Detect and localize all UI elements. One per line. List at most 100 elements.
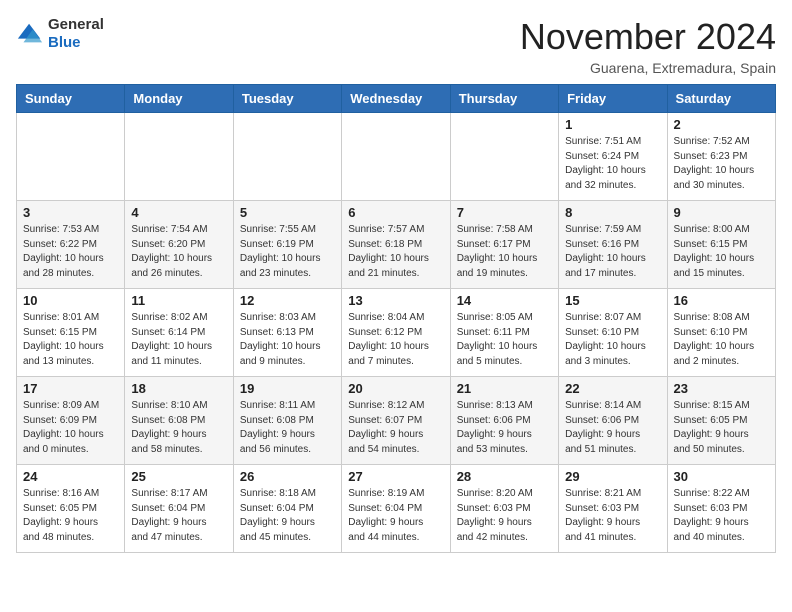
- calendar-day-cell: 18 Sunrise: 8:10 AM Sunset: 6:08 PM Dayli…: [125, 377, 233, 465]
- day-number: 6: [348, 205, 443, 220]
- calendar-week-1: 1 Sunrise: 7:51 AM Sunset: 6:24 PM Daylig…: [17, 113, 776, 201]
- calendar-day-cell: 6 Sunrise: 7:57 AM Sunset: 6:18 PM Daylig…: [342, 201, 450, 289]
- day-number: 9: [674, 205, 769, 220]
- day-number: 18: [131, 381, 226, 396]
- day-info: Sunrise: 8:09 AM Sunset: 6:09 PM Dayligh…: [23, 399, 118, 457]
- calendar-week-4: 17Sunrise: 8:09 AM Sunset: 6:09 PM Dayli…: [17, 377, 776, 465]
- day-number: 3: [23, 205, 118, 220]
- weekday-header-thursday: Thursday: [450, 85, 558, 113]
- day-number: 10: [23, 293, 118, 308]
- day-number: 21: [457, 381, 552, 396]
- calendar-day-cell: 19Sunrise: 8:11 AM Sunset: 6:08 PM Dayli…: [233, 377, 341, 465]
- day-number: 27: [348, 469, 443, 484]
- day-number: 22: [565, 381, 660, 396]
- calendar-week-2: 3 Sunrise: 7:53 AM Sunset: 6:22 PM Daylig…: [17, 201, 776, 289]
- calendar-day-cell: 29Sunrise: 8:21 AM Sunset: 6:03 PM Dayli…: [559, 465, 667, 553]
- calendar-day-cell: 26 Sunrise: 8:18 AM Sunset: 6:04 PM Dayli…: [233, 465, 341, 553]
- day-number: 13: [348, 293, 443, 308]
- calendar-day-cell: 8 Sunrise: 7:59 AM Sunset: 6:16 PM Daylig…: [559, 201, 667, 289]
- day-info: Sunrise: 8:19 AM Sunset: 6:04 PM Dayligh…: [348, 487, 443, 545]
- logo-general: General: [48, 16, 104, 33]
- calendar-day-cell: 21Sunrise: 8:13 AM Sunset: 6:06 PM Dayli…: [450, 377, 558, 465]
- calendar-day-cell: [125, 113, 233, 201]
- weekday-header-wednesday: Wednesday: [342, 85, 450, 113]
- page-header: General Blue November 2024 Guarena, Extr…: [16, 16, 776, 76]
- day-info: Sunrise: 7:51 AM Sunset: 6:24 PM Dayligh…: [565, 135, 660, 193]
- day-info: Sunrise: 8:20 AM Sunset: 6:03 PM Dayligh…: [457, 487, 552, 545]
- day-number: 14: [457, 293, 552, 308]
- logo-text: General Blue: [48, 16, 104, 52]
- calendar-day-cell: 9 Sunrise: 8:00 AM Sunset: 6:15 PM Daylig…: [667, 201, 775, 289]
- day-number: 26: [240, 469, 335, 484]
- day-number: 29: [565, 469, 660, 484]
- day-info: Sunrise: 8:05 AM Sunset: 6:11 PM Dayligh…: [457, 311, 552, 369]
- day-info: Sunrise: 7:58 AM Sunset: 6:17 PM Dayligh…: [457, 223, 552, 281]
- day-info: Sunrise: 8:02 AM Sunset: 6:14 PM Dayligh…: [131, 311, 226, 369]
- day-info: Sunrise: 7:53 AM Sunset: 6:22 PM Dayligh…: [23, 223, 118, 281]
- day-info: Sunrise: 8:07 AM Sunset: 6:10 PM Dayligh…: [565, 311, 660, 369]
- day-info: Sunrise: 7:59 AM Sunset: 6:16 PM Dayligh…: [565, 223, 660, 281]
- month-title: November 2024: [520, 16, 776, 58]
- day-info: Sunrise: 8:10 AM Sunset: 6:08 PM Dayligh…: [131, 399, 226, 457]
- calendar-day-cell: 11Sunrise: 8:02 AM Sunset: 6:14 PM Dayli…: [125, 289, 233, 377]
- calendar-day-cell: 28 Sunrise: 8:20 AM Sunset: 6:03 PM Dayli…: [450, 465, 558, 553]
- day-number: 5: [240, 205, 335, 220]
- day-number: 15: [565, 293, 660, 308]
- calendar-day-cell: 4 Sunrise: 7:54 AM Sunset: 6:20 PM Daylig…: [125, 201, 233, 289]
- day-info: Sunrise: 8:04 AM Sunset: 6:12 PM Dayligh…: [348, 311, 443, 369]
- day-number: 19: [240, 381, 335, 396]
- weekday-header-monday: Monday: [125, 85, 233, 113]
- calendar-day-cell: 7 Sunrise: 7:58 AM Sunset: 6:17 PM Daylig…: [450, 201, 558, 289]
- calendar-week-3: 10 Sunrise: 8:01 AM Sunset: 6:15 PM Dayli…: [17, 289, 776, 377]
- day-info: Sunrise: 8:12 AM Sunset: 6:07 PM Dayligh…: [348, 399, 443, 457]
- day-number: 20: [348, 381, 443, 396]
- day-info: Sunrise: 8:18 AM Sunset: 6:04 PM Dayligh…: [240, 487, 335, 545]
- calendar-day-cell: 30 Sunrise: 8:22 AM Sunset: 6:03 PM Dayli…: [667, 465, 775, 553]
- calendar-day-cell: 14 Sunrise: 8:05 AM Sunset: 6:11 PM Dayli…: [450, 289, 558, 377]
- day-number: 28: [457, 469, 552, 484]
- day-info: Sunrise: 7:57 AM Sunset: 6:18 PM Dayligh…: [348, 223, 443, 281]
- weekday-header-tuesday: Tuesday: [233, 85, 341, 113]
- calendar-day-cell: [450, 113, 558, 201]
- calendar-day-cell: 27 Sunrise: 8:19 AM Sunset: 6:04 PM Dayli…: [342, 465, 450, 553]
- calendar-day-cell: 25Sunrise: 8:17 AM Sunset: 6:04 PM Dayli…: [125, 465, 233, 553]
- calendar-day-cell: 1 Sunrise: 7:51 AM Sunset: 6:24 PM Daylig…: [559, 113, 667, 201]
- calendar-day-cell: [17, 113, 125, 201]
- day-number: 7: [457, 205, 552, 220]
- calendar-day-cell: 13 Sunrise: 8:04 AM Sunset: 6:12 PM Dayli…: [342, 289, 450, 377]
- day-info: Sunrise: 8:16 AM Sunset: 6:05 PM Dayligh…: [23, 487, 118, 545]
- day-info: Sunrise: 7:52 AM Sunset: 6:23 PM Dayligh…: [674, 135, 769, 193]
- calendar-day-cell: 22 Sunrise: 8:14 AM Sunset: 6:06 PM Dayli…: [559, 377, 667, 465]
- day-info: Sunrise: 8:03 AM Sunset: 6:13 PM Dayligh…: [240, 311, 335, 369]
- calendar-day-cell: 23 Sunrise: 8:15 AM Sunset: 6:05 PM Dayli…: [667, 377, 775, 465]
- day-info: Sunrise: 8:08 AM Sunset: 6:10 PM Dayligh…: [674, 311, 769, 369]
- day-number: 4: [131, 205, 226, 220]
- day-info: Sunrise: 7:54 AM Sunset: 6:20 PM Dayligh…: [131, 223, 226, 281]
- weekday-header-saturday: Saturday: [667, 85, 775, 113]
- title-block: November 2024 Guarena, Extremadura, Spai…: [520, 16, 776, 76]
- calendar-day-cell: 12Sunrise: 8:03 AM Sunset: 6:13 PM Dayli…: [233, 289, 341, 377]
- logo-icon: [16, 20, 44, 48]
- day-number: 16: [674, 293, 769, 308]
- weekday-header-sunday: Sunday: [17, 85, 125, 113]
- calendar-day-cell: [233, 113, 341, 201]
- day-info: Sunrise: 7:55 AM Sunset: 6:19 PM Dayligh…: [240, 223, 335, 281]
- logo: General Blue: [16, 16, 104, 52]
- day-info: Sunrise: 8:14 AM Sunset: 6:06 PM Dayligh…: [565, 399, 660, 457]
- day-number: 8: [565, 205, 660, 220]
- day-info: Sunrise: 8:01 AM Sunset: 6:15 PM Dayligh…: [23, 311, 118, 369]
- day-number: 23: [674, 381, 769, 396]
- day-info: Sunrise: 8:22 AM Sunset: 6:03 PM Dayligh…: [674, 487, 769, 545]
- weekday-header-friday: Friday: [559, 85, 667, 113]
- day-info: Sunrise: 8:15 AM Sunset: 6:05 PM Dayligh…: [674, 399, 769, 457]
- day-number: 30: [674, 469, 769, 484]
- day-number: 2: [674, 117, 769, 132]
- day-number: 24: [23, 469, 118, 484]
- calendar-day-cell: 10 Sunrise: 8:01 AM Sunset: 6:15 PM Dayli…: [17, 289, 125, 377]
- day-number: 1: [565, 117, 660, 132]
- location-subtitle: Guarena, Extremadura, Spain: [520, 60, 776, 76]
- calendar-week-5: 24 Sunrise: 8:16 AM Sunset: 6:05 PM Dayli…: [17, 465, 776, 553]
- day-info: Sunrise: 8:17 AM Sunset: 6:04 PM Dayligh…: [131, 487, 226, 545]
- calendar-day-cell: [342, 113, 450, 201]
- day-info: Sunrise: 8:00 AM Sunset: 6:15 PM Dayligh…: [674, 223, 769, 281]
